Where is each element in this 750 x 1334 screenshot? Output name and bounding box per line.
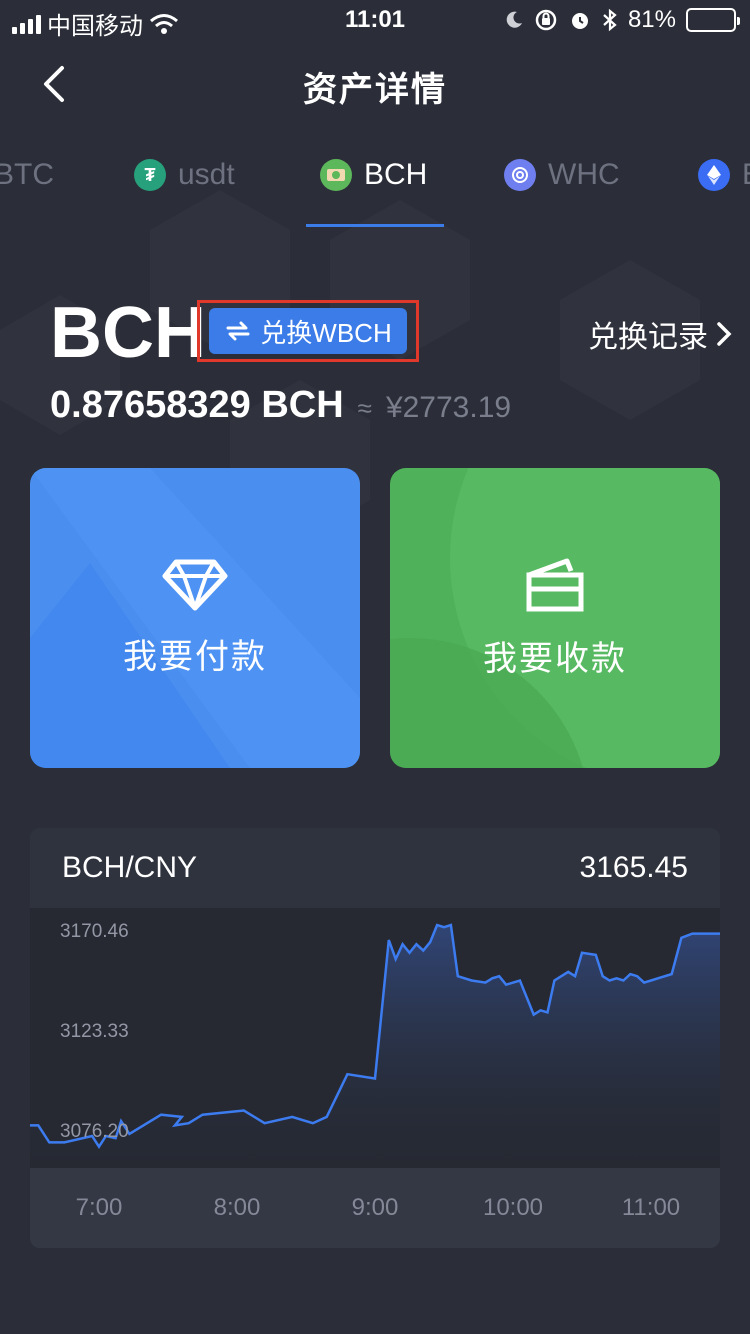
tab-whc[interactable]: WHC bbox=[504, 158, 620, 192]
receive-card-button[interactable]: 我要收款 bbox=[390, 468, 720, 768]
active-tab-indicator bbox=[306, 224, 444, 227]
status-bar: 中国移动 11:01 81% bbox=[0, 0, 750, 40]
eth-icon bbox=[698, 159, 730, 191]
tether-icon: ₮ bbox=[134, 159, 166, 191]
swap-icon bbox=[226, 321, 250, 341]
bluetooth-icon bbox=[603, 8, 617, 32]
diamond-icon bbox=[162, 559, 228, 610]
coin-name: BCH bbox=[50, 293, 206, 373]
x-tick-label: 9:00 bbox=[351, 1194, 399, 1221]
approx-symbol: ≈ bbox=[357, 393, 372, 423]
battery-percent: 81% bbox=[627, 6, 676, 33]
page-title: 资产详情 bbox=[303, 71, 447, 109]
y-tick-label: 3170.46 bbox=[60, 920, 129, 942]
exchange-record-label: 兑换记录 bbox=[588, 321, 708, 354]
tab-eth[interactable]: E bbox=[698, 158, 750, 192]
exchange-wbch-button[interactable]: 兑换WBCH bbox=[209, 308, 407, 354]
balance-amount: 0.87658329 BCH bbox=[50, 384, 344, 426]
pay-card-content: 我要付款 bbox=[30, 468, 360, 768]
balance-cny-value: ¥2773.19 bbox=[385, 391, 512, 424]
y-tick-label: 3123.33 bbox=[60, 1021, 129, 1043]
exchange-wbch-label: 兑换WBCH bbox=[260, 317, 392, 348]
receive-label: 我要收款 bbox=[483, 639, 627, 678]
moon-icon bbox=[506, 11, 522, 28]
battery-icon bbox=[686, 8, 740, 32]
tab-label: BTC bbox=[0, 158, 54, 191]
price-chart-card: BCH/CNY 3165.45 3170.46 3123.33 3076.20 7:… bbox=[30, 828, 720, 1248]
trading-pair: BCH/CNY bbox=[62, 851, 198, 884]
bch-icon bbox=[320, 159, 352, 191]
wallet-icon bbox=[526, 558, 584, 611]
exchange-highlight: 兑换WBCH bbox=[197, 300, 419, 362]
balance-row: 0.87658329 BCH ≈ ¥2773.19 bbox=[50, 384, 511, 427]
tab-label: usdt bbox=[178, 158, 235, 191]
receive-card-content: 我要收款 bbox=[390, 468, 720, 768]
chevron-right-icon bbox=[717, 322, 732, 346]
navigation-bar: 资产详情 bbox=[0, 40, 750, 128]
alarm-icon bbox=[571, 13, 588, 29]
x-tick-label: 11:00 bbox=[621, 1194, 681, 1221]
tab-bch[interactable]: BCH bbox=[320, 158, 427, 192]
coin-tabs: BTC ₮ usdt BCH WHC E bbox=[0, 140, 750, 230]
tab-usdt[interactable]: ₮ usdt bbox=[134, 158, 235, 192]
chart-plot-area[interactable]: 3170.46 3123.33 3076.20 bbox=[30, 908, 720, 1168]
tab-label: WHC bbox=[548, 158, 620, 191]
current-price: 3165.45 bbox=[579, 851, 688, 884]
tab-btc[interactable]: BTC bbox=[0, 158, 54, 192]
chart-header: BCH/CNY 3165.45 bbox=[30, 828, 720, 908]
price-chart-svg bbox=[30, 923, 720, 1168]
pay-label: 我要付款 bbox=[123, 637, 267, 676]
rotation-lock-icon bbox=[535, 9, 557, 31]
x-tick-label: 10:00 bbox=[482, 1194, 544, 1221]
x-tick-label: 7:00 bbox=[75, 1194, 123, 1221]
tab-label: BCH bbox=[364, 158, 428, 191]
exchange-record-link[interactable]: 兑换记录 bbox=[588, 312, 732, 356]
x-tick-label: 8:00 bbox=[213, 1194, 261, 1221]
pay-card-button[interactable]: 我要付款 bbox=[30, 468, 360, 768]
whc-icon bbox=[504, 159, 536, 191]
tab-label: E bbox=[742, 158, 750, 192]
status-right: 81% bbox=[504, 6, 740, 34]
chart-x-axis: 7:00 8:00 9:00 10:00 11:00 bbox=[30, 1168, 720, 1248]
y-tick-label: 3076.20 bbox=[60, 1121, 129, 1143]
